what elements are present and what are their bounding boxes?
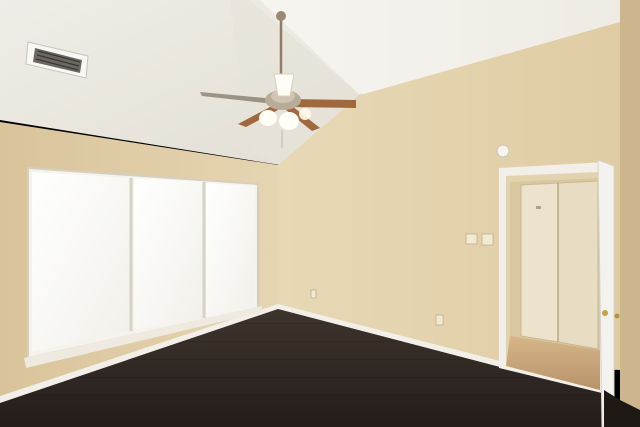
closet	[510, 178, 600, 350]
smoke-detector	[496, 144, 510, 158]
room-scene	[0, 0, 640, 427]
right-wall	[620, 0, 640, 427]
outlet-left	[310, 289, 317, 299]
door-knob	[602, 310, 608, 316]
outlet-back	[435, 314, 444, 326]
